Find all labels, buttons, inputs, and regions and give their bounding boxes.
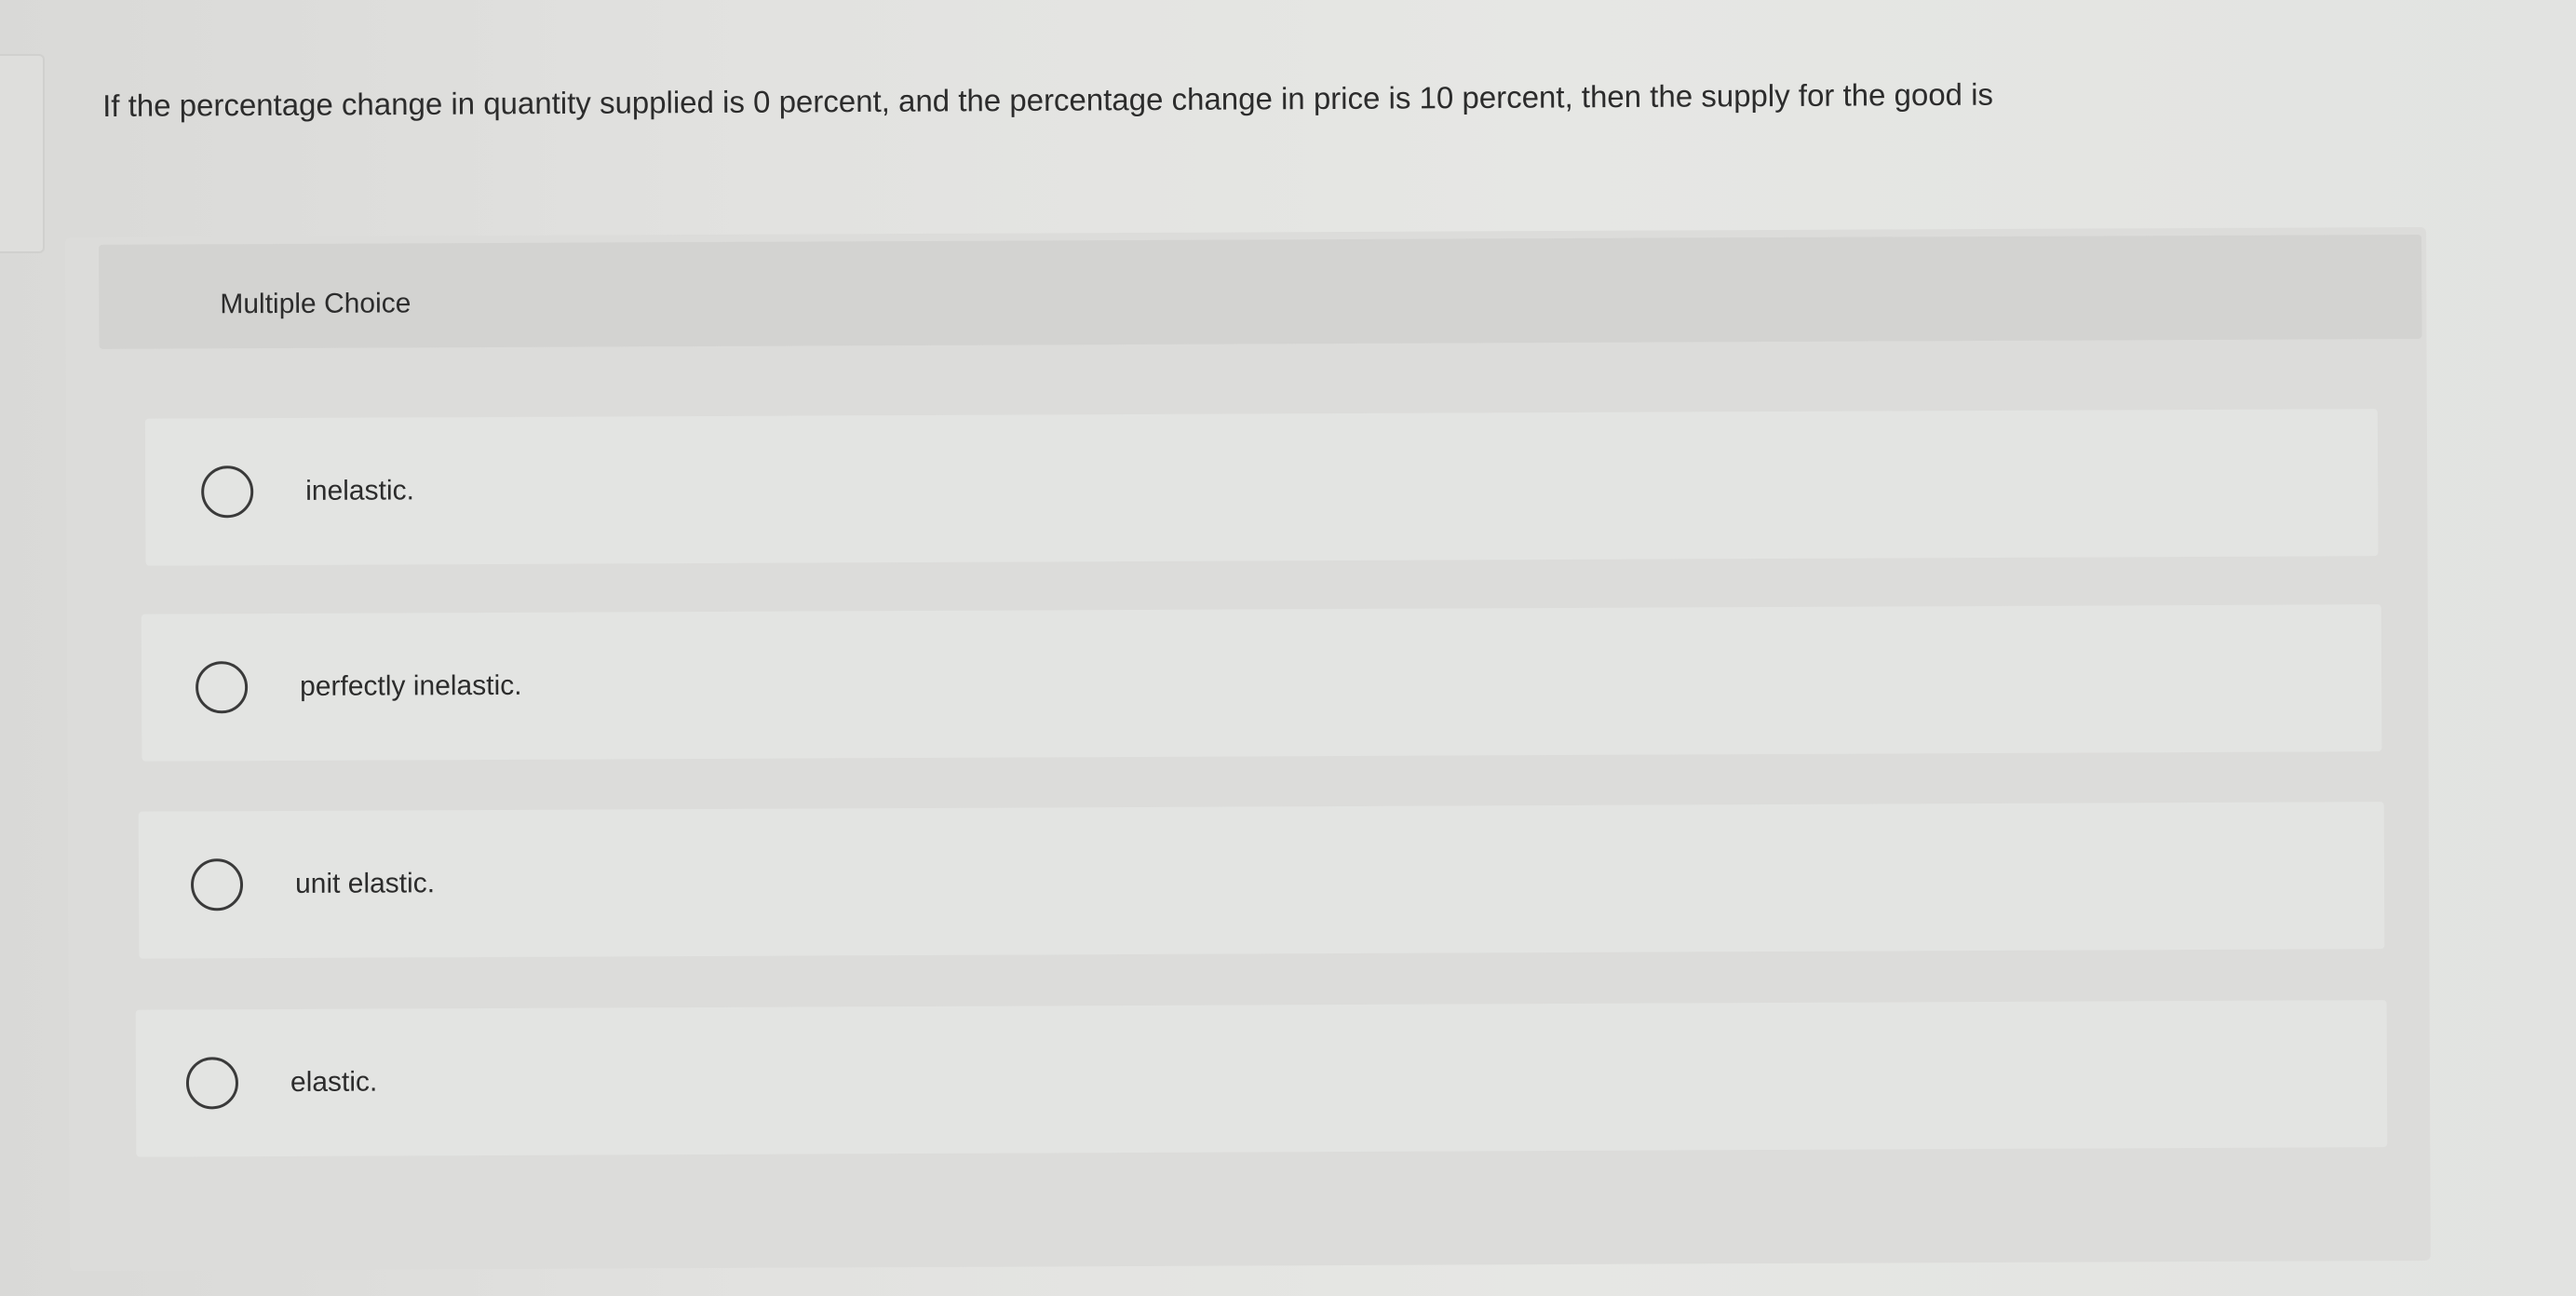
choice-label: unit elastic. xyxy=(294,868,436,899)
choice-option-perfectly-inelastic[interactable]: perfectly inelastic. xyxy=(141,604,2382,762)
radio-button-icon[interactable] xyxy=(195,661,249,714)
multiple-choice-label: Multiple Choice xyxy=(220,288,411,320)
multiple-choice-panel: Multiple Choice inelastic. perfectly ine… xyxy=(65,226,2431,1271)
choice-option-unit-elastic[interactable]: unit elastic. xyxy=(138,802,2385,959)
choice-label: perfectly inelastic. xyxy=(300,669,522,702)
question-prompt: If the percentage change in quantity sup… xyxy=(102,76,1994,123)
radio-button-icon[interactable] xyxy=(185,1057,239,1110)
choice-option-inelastic[interactable]: inelastic. xyxy=(144,409,2379,566)
radio-button-icon[interactable] xyxy=(201,466,254,519)
choice-label: inelastic. xyxy=(305,475,414,506)
multiple-choice-header: Multiple Choice xyxy=(99,234,2422,349)
choice-option-elastic[interactable]: elastic. xyxy=(135,1000,2388,1157)
radio-button-icon[interactable] xyxy=(190,858,244,911)
side-panel-tab xyxy=(0,54,45,253)
choice-label: elastic. xyxy=(290,1066,378,1098)
